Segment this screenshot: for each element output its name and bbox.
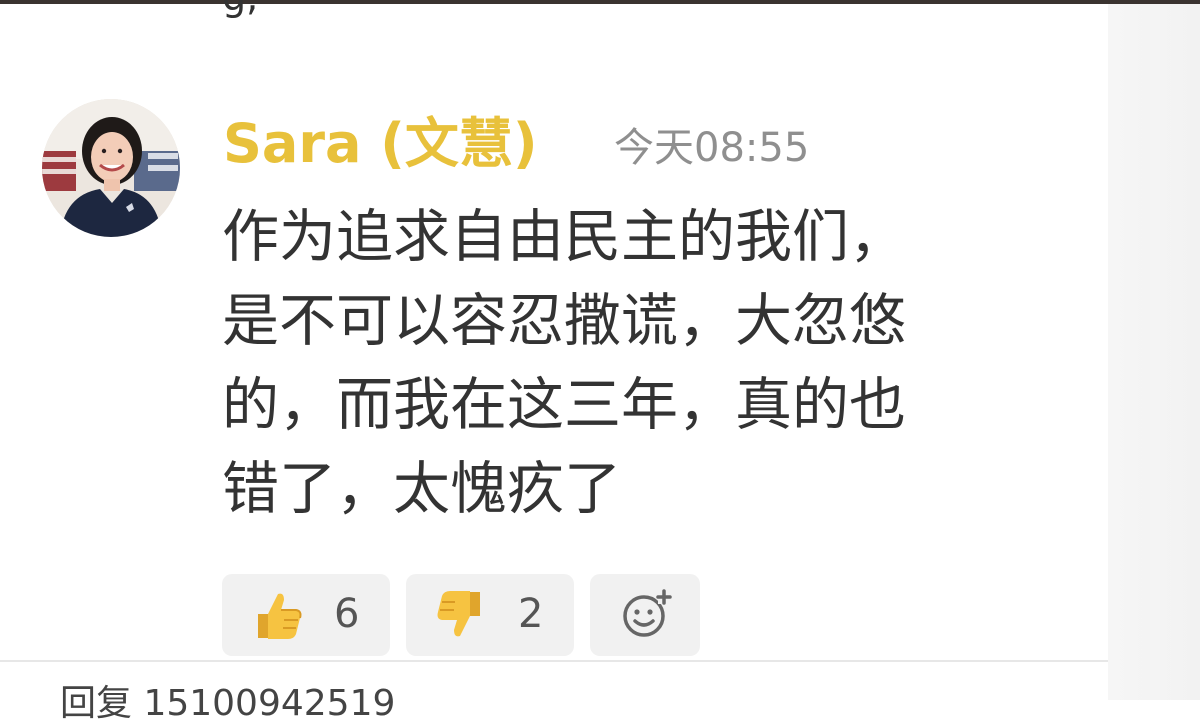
add-reaction-button[interactable] xyxy=(590,574,700,656)
next-comment-text: 回复 15100942519 xyxy=(60,683,396,724)
comment-text-line: 是不可以容忍撒谎，大忽悠 xyxy=(222,288,906,354)
comment-item: Sara (文慧) 今天08:55 作为追求自由民主的我们， 是不可以容忍撒谎，… xyxy=(0,0,1108,722)
comment-text-line: 错了，太愧疚了 xyxy=(222,456,621,522)
comment-text-line: 作为追求自由民主的我们， xyxy=(222,204,906,270)
right-edge-shade xyxy=(1108,4,1200,700)
like-button[interactable]: 6 xyxy=(222,574,390,656)
thumbs-up-icon xyxy=(258,593,302,639)
dislike-button[interactable]: 2 xyxy=(406,574,574,656)
thumbs-down-icon xyxy=(437,591,480,637)
dislike-count: 2 xyxy=(518,591,544,637)
author-name[interactable]: Sara (文慧) xyxy=(223,112,538,177)
divider xyxy=(0,660,1108,662)
avatar[interactable] xyxy=(42,99,180,237)
comment-text-line: 的，而我在这三年，真的也 xyxy=(222,372,906,438)
add-reaction-icon xyxy=(623,589,672,637)
like-count: 6 xyxy=(334,591,360,637)
comment-timestamp: 今天08:55 xyxy=(614,125,810,171)
comment-text: 作为追求自由民主的我们， 是不可以容忍撒谎，大忽悠 的，而我在这三年，真的也 错… xyxy=(222,195,1052,531)
